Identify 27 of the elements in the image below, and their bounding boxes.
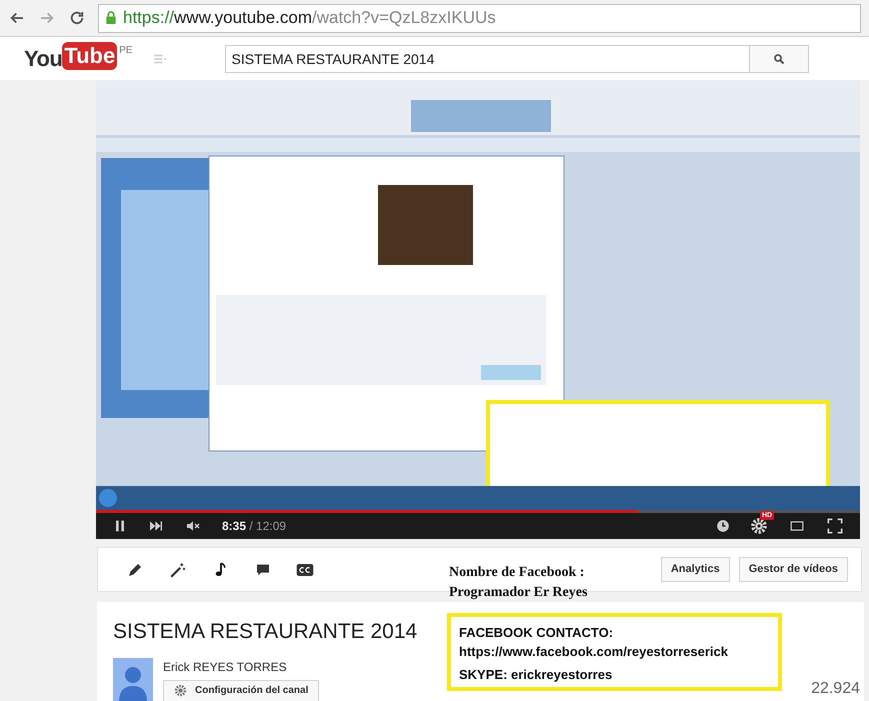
video-title: SISTEMA RESTAURANTE 2014 — [113, 619, 418, 645]
contact-text: https://www.facebook.com/reyestorreserick — [459, 643, 730, 661]
toolbar-button[interactable]: Gestor de vídeos — [738, 557, 848, 582]
gear-icon — [174, 684, 187, 697]
search-button[interactable] — [750, 44, 809, 72]
search-icon — [772, 52, 785, 64]
url-text: https://www.youtube.com/watch?v=QzL8zxIKUUs — [123, 7, 496, 30]
region-label: PE — [119, 44, 133, 58]
overlay-text: Nombre de Facebook : — [449, 564, 586, 582]
fullscreen-icon[interactable] — [826, 518, 844, 534]
speech-bubble-icon[interactable] — [255, 562, 271, 578]
contact-text: FACEBOOK CONTACTO: — [459, 624, 614, 642]
clock-icon[interactable] — [716, 519, 730, 533]
search-field[interactable]: SISTEMA RESTAURANTE 2014 — [224, 44, 750, 72]
channel-settings-button[interactable]: Configuración del canal — [163, 680, 320, 701]
gear-icon[interactable] — [750, 517, 768, 535]
reload-icon[interactable] — [68, 9, 86, 27]
captions-icon[interactable] — [296, 562, 314, 576]
toolbar-button[interactable]: Analytics — [660, 557, 730, 582]
time-display: 8:35 / 12:09 — [222, 518, 286, 535]
channel-name[interactable]: Erick REYES TORRES — [163, 658, 320, 676]
magic-wand-icon[interactable] — [169, 560, 187, 578]
view-count: 22.924 — [811, 679, 860, 699]
overlay-text: Programador Er Reyes — [449, 584, 588, 602]
address-bar[interactable]: https://www.youtube.com/watch?v=QzL8zxIKUUs — [98, 4, 861, 32]
theater-mode-icon[interactable] — [788, 519, 806, 533]
contact-text: SKYPE: erickreyestorres — [459, 666, 614, 684]
